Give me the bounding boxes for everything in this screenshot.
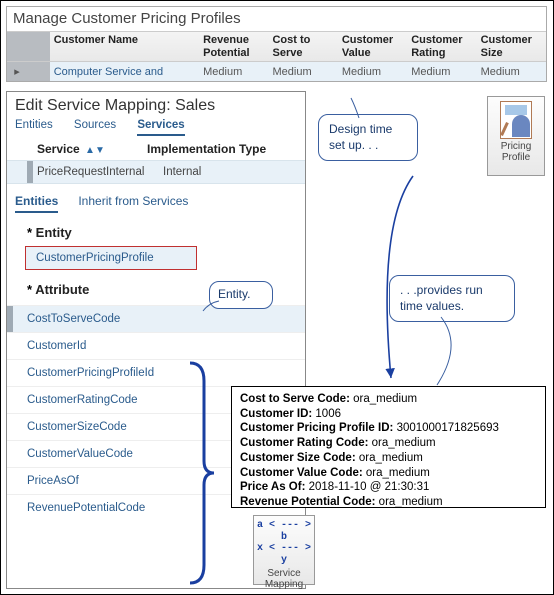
pricing-profiles-panel: Manage Customer Pricing Profiles Custome…	[6, 6, 547, 82]
col-cost-to-serve[interactable]: Cost to Serve	[268, 32, 337, 62]
pricing-profile-label-1: Pricing	[488, 141, 544, 152]
out-row: Revenue Potential Code: ora_medium	[240, 495, 537, 510]
out-row: Cost to Serve Code: ora_medium	[240, 392, 537, 407]
attribute-item[interactable]: CustomerPricingProfileId	[7, 359, 305, 386]
col-customer-size[interactable]: Customer Size	[477, 32, 546, 62]
design-time-balloon: Design time set up. . .	[318, 114, 418, 161]
col-customer-value[interactable]: Customer Value	[338, 32, 407, 62]
flow-arrow	[385, 176, 415, 376]
service-mapping-button[interactable]: a < --- > b x < --- > y Service Mapping	[253, 515, 315, 585]
col-customer-name[interactable]: Customer Name	[50, 32, 199, 62]
out-row: Customer Value Code: ora_medium	[240, 466, 537, 481]
out-row: Customer ID: 1006	[240, 407, 537, 422]
col-revenue-potential[interactable]: Revenue Potential	[199, 32, 268, 62]
col-service[interactable]: Service ▲▼	[37, 142, 147, 156]
service-row[interactable]: PriceRequestInternal Internal	[7, 160, 305, 184]
service-mapping-icon: a < --- > b x < --- > y	[254, 520, 314, 566]
col-customer-rating[interactable]: Customer Rating	[407, 32, 476, 62]
tab-services[interactable]: Services	[137, 119, 184, 136]
esm-title: Edit Service Mapping: Sales	[7, 92, 305, 119]
row-value: Medium	[338, 62, 407, 82]
tab-sources[interactable]: Sources	[74, 119, 116, 134]
pricing-profiles-title: Manage Customer Pricing Profiles	[7, 7, 546, 31]
row-rating: Medium	[407, 62, 476, 82]
row-cost: Medium	[268, 62, 337, 82]
brace-icon	[186, 361, 216, 585]
sort-icon[interactable]: ▲▼	[85, 145, 105, 156]
table-row[interactable]: ▸ Computer Service and Medium Medium Med…	[7, 62, 546, 82]
service-impl: Internal	[163, 166, 201, 178]
col-implementation-type[interactable]: Implementation Type	[147, 142, 266, 156]
row-size: Medium	[477, 62, 546, 82]
out-row: Customer Pricing Profile ID: 30010001718…	[240, 421, 537, 436]
esm-tabs: Entities Sources Services	[7, 119, 305, 136]
section-entity-label: Entity	[7, 213, 305, 246]
entity-chip[interactable]: CustomerPricingProfile	[25, 246, 197, 270]
esm-subtabs: Entities Inherit from Services	[7, 184, 305, 213]
subtab-entities[interactable]: Entities	[15, 194, 58, 213]
row-rev: Medium	[199, 62, 268, 82]
row-customer-name: Computer Service and	[50, 62, 199, 82]
service-name: PriceRequestInternal	[37, 166, 163, 178]
tab-entities[interactable]: Entities	[15, 119, 53, 134]
service-mapping-label-2: Mapping	[254, 579, 314, 590]
attribute-item[interactable]: CostToServeCode	[7, 305, 305, 332]
pricing-profile-icon	[500, 101, 532, 139]
design-balloon-tail	[349, 96, 369, 121]
subtab-inherit[interactable]: Inherit from Services	[78, 194, 188, 213]
table-corner	[7, 32, 50, 62]
runtime-balloon-tail	[429, 315, 465, 390]
out-row: Customer Rating Code: ora_medium	[240, 436, 537, 451]
esm-grid-header: Service ▲▼ Implementation Type	[7, 136, 305, 160]
output-values-panel: Cost to Serve Code: ora_medium Customer …	[231, 386, 546, 508]
entity-balloon-tail	[201, 299, 221, 316]
attribute-item[interactable]: CustomerId	[7, 332, 305, 359]
pricing-profile-label-2: Profile	[488, 152, 544, 163]
row-marker-icon: ▸	[11, 65, 23, 78]
pricing-profile-button[interactable]: Pricing Profile	[487, 96, 545, 176]
out-row: Price As Of: 2018-11-10 @ 21:30:31	[240, 480, 537, 495]
service-mapping-label-1: Service	[254, 568, 314, 579]
out-row: Customer Size Code: ora_medium	[240, 451, 537, 466]
pricing-profiles-table: Customer Name Revenue Potential Cost to …	[7, 31, 546, 81]
